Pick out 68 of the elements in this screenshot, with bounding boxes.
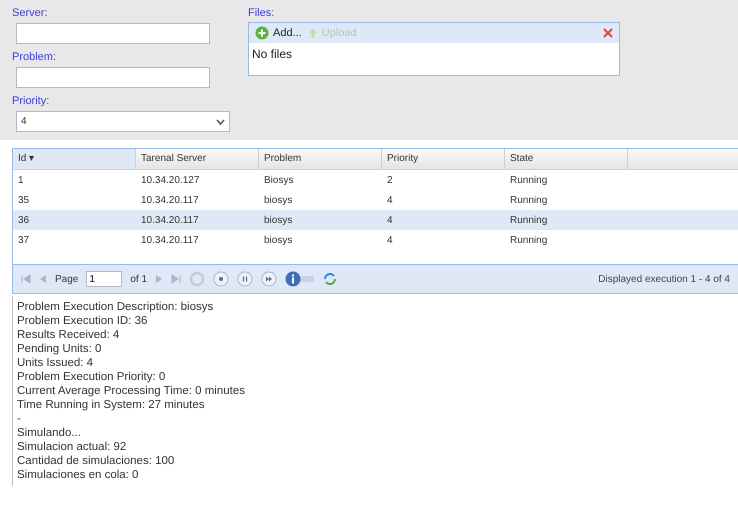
table-row[interactable]: 35 10.34.20.117 biosys 4 Running [13,190,738,210]
table-cell-text: 4 [386,214,394,226]
previous-page-icon[interactable] [39,274,47,284]
table-cell-text: 10.34.20.117 [140,194,200,206]
problem-field[interactable] [16,67,210,88]
plus-icon [255,26,269,40]
column-header[interactable]: State [505,149,628,169]
table-cell-text: 2 [386,174,394,186]
table-cell-text: Running [509,234,548,246]
page-label: Page [55,274,78,284]
table-cell-text: biosys [263,194,294,206]
detail-text: Simulaciones en cola: 0 [17,468,140,482]
add-button[interactable]: Add... [255,26,302,40]
table-cell-text: 1 [17,174,25,186]
caret-icon[interactable] [216,118,225,124]
detail-text: Problem Execution ID: 36 [17,314,148,328]
empty-text: No files [251,46,294,63]
table-cell-text: Running [509,174,548,186]
paging-status: Displayed execution 1 - 4 of 4 [598,274,730,284]
detail-text: Problem Execution Priority: 0 [17,370,166,384]
table-cell-text: 4 [386,234,394,246]
column-header[interactable]: Problem [259,149,382,169]
table-cell-text: Running [509,214,548,226]
first-page-icon[interactable] [21,274,31,284]
detail-text: Simulacion actual: 92 [17,440,128,454]
page-field[interactable]: 1 [86,271,122,287]
detail-text: Results Received: 4 [17,328,120,342]
detail-text: Units Issued: 4 [17,356,94,370]
pause-icon[interactable] [237,271,254,287]
detail-text: Current Average Processing Time: 0 minutes [17,384,246,398]
detail-text: Problem Execution Description: biosys [17,300,214,314]
refresh-icon[interactable] [323,272,338,286]
field-label: Problem: [12,50,58,65]
detail-text: Pending Units: 0 [17,342,102,356]
table-cell-text: Running [509,194,548,206]
table-cell-text: 10.34.20.117 [140,234,200,246]
table-cell-text: biosys [263,234,294,246]
table-cell-text: Biosys [263,174,294,186]
server-field[interactable] [16,23,210,44]
info-icon[interactable] [285,271,316,287]
table-cell-text: 4 [386,194,394,206]
table-cell-text: biosys [263,214,294,226]
detail-text: - [17,412,22,426]
detail-text: Time Running in System: 27 minutes [17,398,206,412]
table-cell-text: 10.34.20.127 [140,174,200,186]
table-row[interactable]: 36 10.34.20.117 biosys 4 Running [13,210,738,230]
detail-text: Cantidad de simulaciones: 100 [17,454,176,468]
column-header[interactable]: Tarenal Server [136,149,259,169]
fast-forward-icon[interactable] [261,271,278,287]
close-icon[interactable] [603,28,613,38]
column-header[interactable]: Priority [382,149,505,169]
column-header[interactable]: Id ▾ [13,149,136,169]
table-row[interactable]: 37 10.34.20.117 biosys 4 Running [13,230,738,250]
table-cell-text: 37 [17,234,30,246]
last-page-icon[interactable] [171,274,182,284]
priority-dropdown[interactable]: 4 [16,111,230,132]
field-label: Server: [12,6,48,21]
table-cell-text: 10.34.20.117 [140,214,200,226]
page-count: of 1 [130,274,148,284]
table-row[interactable]: 1 10.34.20.127 Biosys 2 Running [13,170,738,190]
next-page-icon[interactable] [155,274,164,284]
record-icon[interactable] [213,271,230,287]
table-cell-text: 35 [17,194,30,206]
upload-icon [308,27,318,39]
table-cell-text: 36 [17,214,30,226]
field-label: Priority: [12,94,50,109]
detail-text: Simulando... [17,426,82,440]
field-label: Files: [248,6,276,21]
